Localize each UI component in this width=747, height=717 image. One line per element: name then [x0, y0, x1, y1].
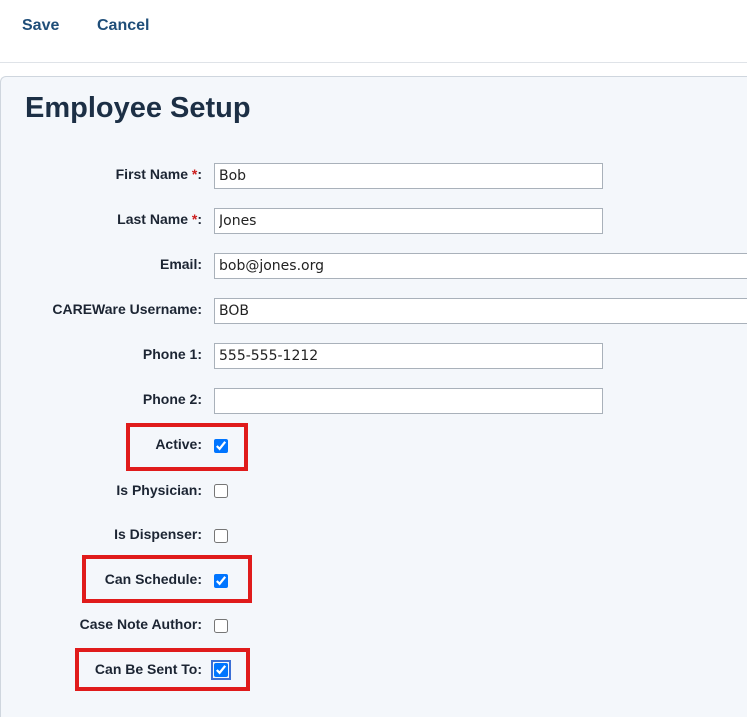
- first-name-label-text: First Name: [115, 166, 188, 182]
- can-be-sent-to-checkbox[interactable]: [211, 660, 231, 680]
- page-title: Employee Setup: [25, 92, 251, 124]
- can-be-sent-to-label: Can Be Sent To:: [94, 661, 202, 677]
- username-input[interactable]: [214, 298, 747, 324]
- cancel-button[interactable]: Cancel: [97, 17, 149, 35]
- is-physician-checkbox[interactable]: [214, 484, 228, 498]
- last-name-input[interactable]: [214, 208, 603, 234]
- label-colon: :: [197, 166, 202, 182]
- label-colon: :: [197, 211, 202, 227]
- first-name-label: First Name *:: [116, 166, 202, 182]
- can-schedule-label: Can Schedule:: [104, 571, 202, 587]
- toolbar: Save Cancel: [0, 0, 747, 63]
- case-note-author-label: Case Note Author:: [79, 616, 202, 632]
- first-name-input[interactable]: [214, 163, 603, 189]
- save-button[interactable]: Save: [22, 17, 59, 35]
- is-dispenser-checkbox[interactable]: [214, 529, 228, 543]
- username-label: CAREWare Username:: [52, 301, 202, 317]
- phone1-label: Phone 1:: [142, 346, 202, 362]
- active-label: Active:: [155, 436, 202, 452]
- phone2-label: Phone 2:: [142, 391, 202, 407]
- phone2-input[interactable]: [214, 388, 603, 414]
- last-name-label-text: Last Name: [117, 211, 188, 227]
- email-label: Email:: [159, 256, 202, 272]
- is-physician-label: Is Physician:: [116, 482, 202, 498]
- active-checkbox[interactable]: [214, 439, 228, 453]
- email-input[interactable]: [214, 253, 747, 279]
- phone1-input[interactable]: [214, 343, 603, 369]
- is-dispenser-label: Is Dispenser:: [114, 526, 202, 542]
- can-schedule-checkbox[interactable]: [214, 574, 228, 588]
- last-name-label: Last Name *:: [117, 211, 202, 227]
- case-note-author-checkbox[interactable]: [214, 619, 228, 633]
